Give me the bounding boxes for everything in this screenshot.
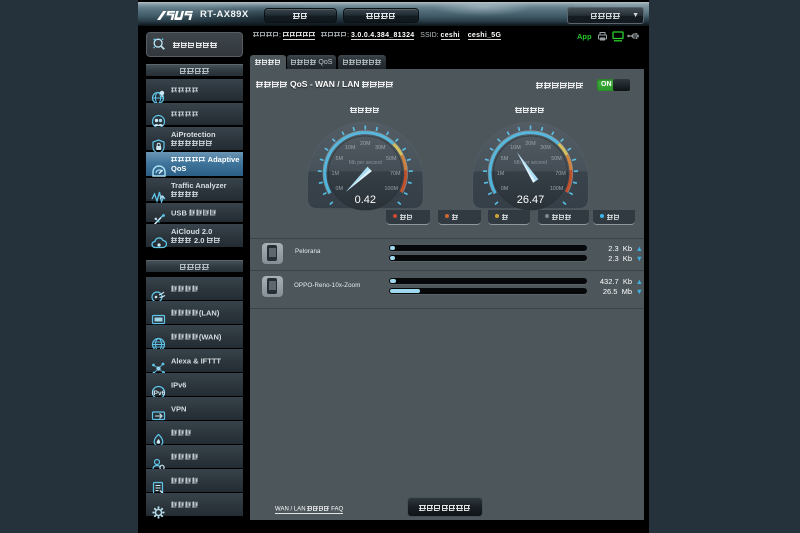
svg-text:26.47: 26.47 (517, 194, 545, 206)
svg-text:IPv6: IPv6 (152, 390, 166, 397)
svg-text:0.42: 0.42 (355, 194, 376, 206)
